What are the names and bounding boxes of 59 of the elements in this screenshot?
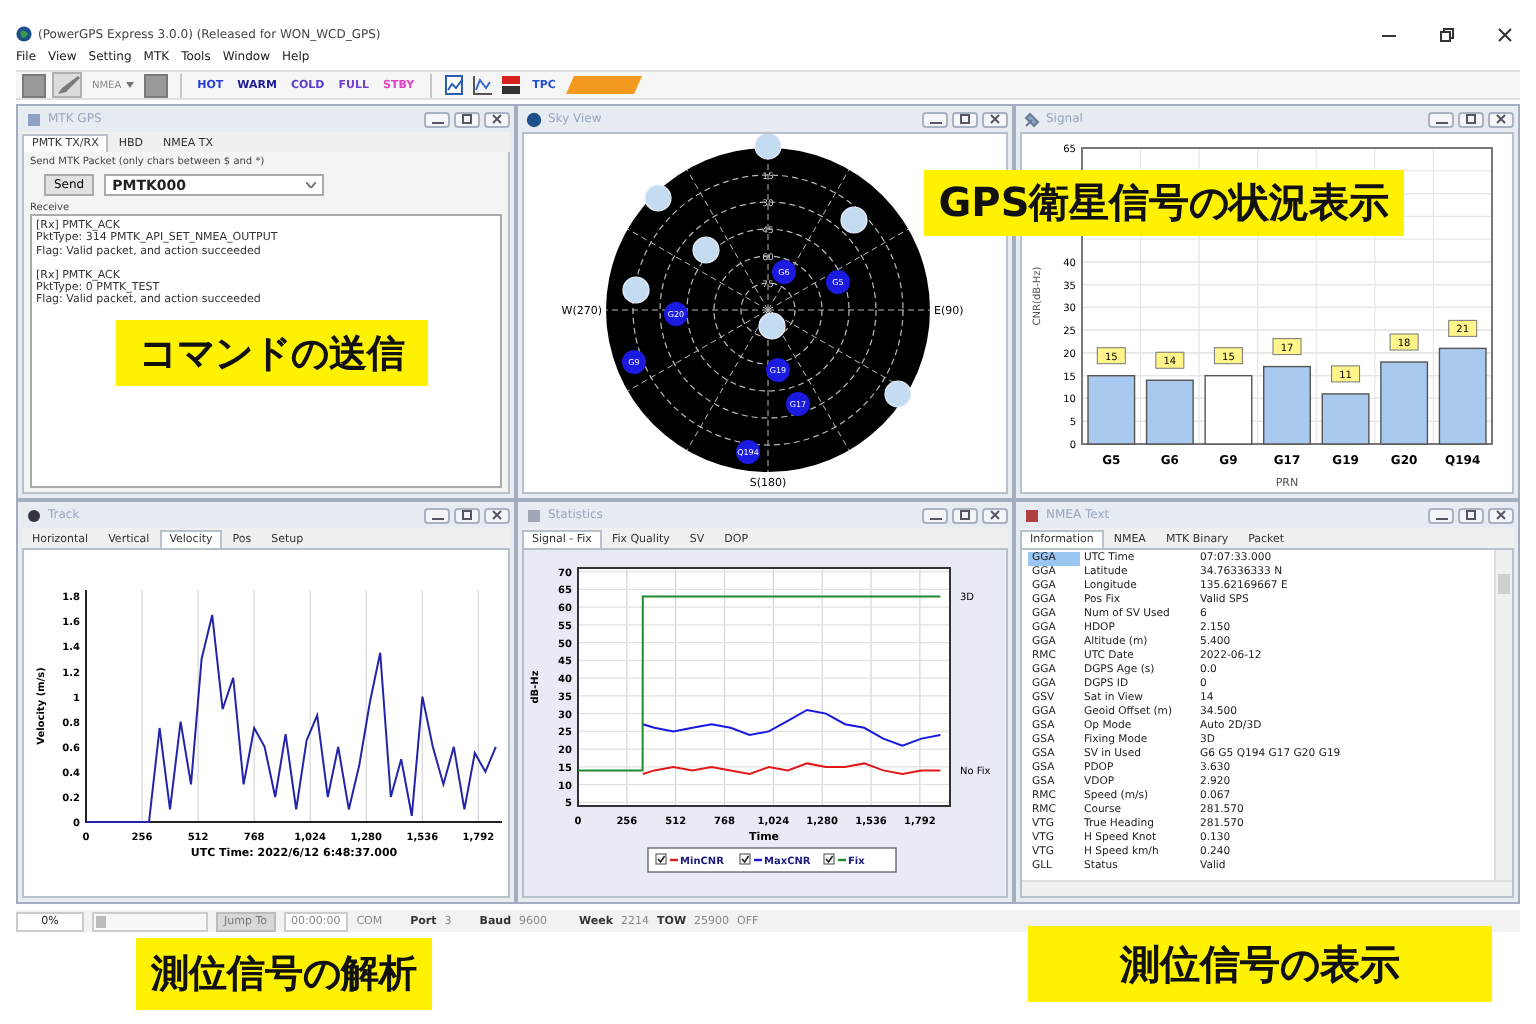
restore-button[interactable] xyxy=(1440,27,1454,41)
close-button[interactable] xyxy=(982,507,1008,523)
maximize-icon xyxy=(960,114,970,124)
minimize-button[interactable] xyxy=(424,111,450,127)
checkbox[interactable] xyxy=(739,853,751,865)
close-icon xyxy=(990,114,1000,124)
horizontal-scrollbar[interactable] xyxy=(1022,880,1512,896)
legend-line-icon xyxy=(838,858,846,862)
caret-icon xyxy=(125,82,134,88)
maximize-icon xyxy=(462,510,472,520)
maximize-icon xyxy=(1466,510,1476,520)
callout-label: GPS衛星信号の状況表示 xyxy=(924,170,1404,236)
close-button[interactable] xyxy=(484,111,510,127)
checkbox[interactable] xyxy=(823,853,835,865)
maximize-button[interactable] xyxy=(1458,507,1484,523)
close-icon xyxy=(1496,510,1506,520)
minimize-button[interactable] xyxy=(1428,111,1454,127)
satellite-icon xyxy=(1024,111,1040,127)
callout-label: コマンドの送信 xyxy=(116,320,428,386)
minimize-button[interactable] xyxy=(922,111,948,127)
maximize-icon xyxy=(462,114,472,124)
maximize-button[interactable] xyxy=(1458,111,1484,127)
panel-icon xyxy=(26,111,42,127)
caret-icon xyxy=(306,182,317,188)
maximize-button[interactable] xyxy=(952,111,978,127)
callout-label: 測位信号の表示 xyxy=(1028,926,1492,1002)
app-globe-icon xyxy=(16,26,32,42)
close-icon xyxy=(990,510,1000,520)
toolbar-button[interactable] xyxy=(22,73,46,97)
maximize-button[interactable] xyxy=(454,111,480,127)
maximize-button[interactable] xyxy=(952,507,978,523)
close-icon xyxy=(1498,27,1512,41)
restore-icon xyxy=(1440,27,1454,41)
pen-button[interactable] xyxy=(52,72,82,98)
maximize-icon xyxy=(1466,114,1476,124)
line-chart-icon xyxy=(472,74,495,96)
close-icon xyxy=(492,510,502,520)
close-icon xyxy=(1496,114,1506,124)
slider-thumb[interactable] xyxy=(96,915,106,927)
toolbar-button[interactable] xyxy=(143,73,168,97)
pen-icon xyxy=(55,75,79,95)
brand-banner-icon xyxy=(565,76,642,94)
close-button[interactable] xyxy=(1488,507,1514,523)
globe-icon xyxy=(526,111,542,127)
maximize-button[interactable] xyxy=(454,507,480,523)
maximize-icon xyxy=(960,510,970,520)
vertical-scrollbar[interactable] xyxy=(1494,550,1512,880)
callout-label: 測位信号の解析 xyxy=(136,938,432,1010)
legend-line-icon xyxy=(670,858,678,862)
minimize-button[interactable] xyxy=(1428,507,1454,523)
legend-line-icon xyxy=(754,858,762,862)
close-icon xyxy=(492,114,502,124)
close-button[interactable] xyxy=(484,507,510,523)
close-button[interactable] xyxy=(982,111,1008,127)
checkbox[interactable] xyxy=(655,853,667,865)
close-button[interactable] xyxy=(1488,111,1514,127)
minimize-button[interactable] xyxy=(922,507,948,523)
minimize-button[interactable] xyxy=(424,507,450,523)
close-button[interactable] xyxy=(1498,27,1512,41)
